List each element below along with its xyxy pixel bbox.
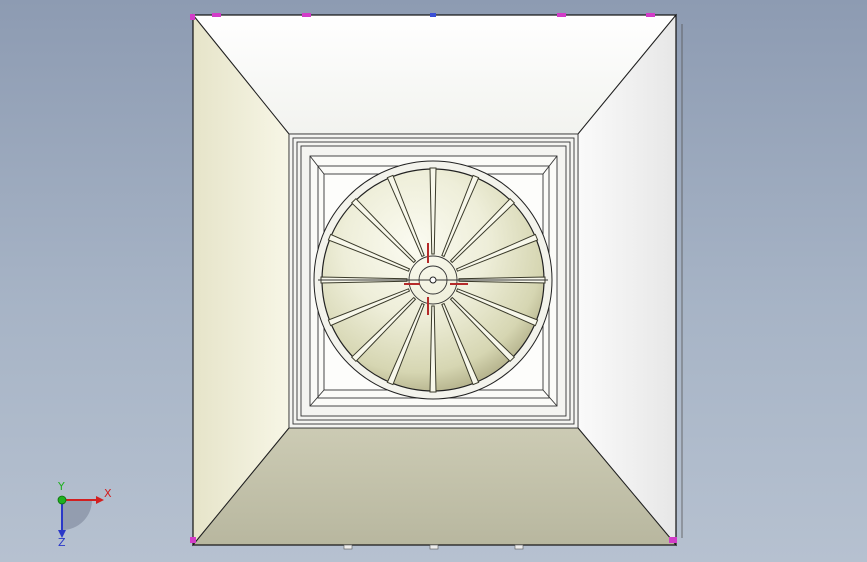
y-axis-dot-icon [57, 495, 67, 505]
coordinate-triad: X Z Y [57, 480, 112, 548]
y-axis-label: Y [57, 480, 65, 493]
z-axis-label: Z [58, 536, 66, 548]
x-axis-arrow-icon [96, 496, 104, 504]
fan-assembly[interactable] [313, 160, 553, 400]
triad-shadow [62, 500, 92, 530]
fan-center-point [429, 276, 437, 284]
cad-graphics-viewport[interactable] [0, 0, 867, 562]
x-axis-label: X [104, 487, 112, 500]
